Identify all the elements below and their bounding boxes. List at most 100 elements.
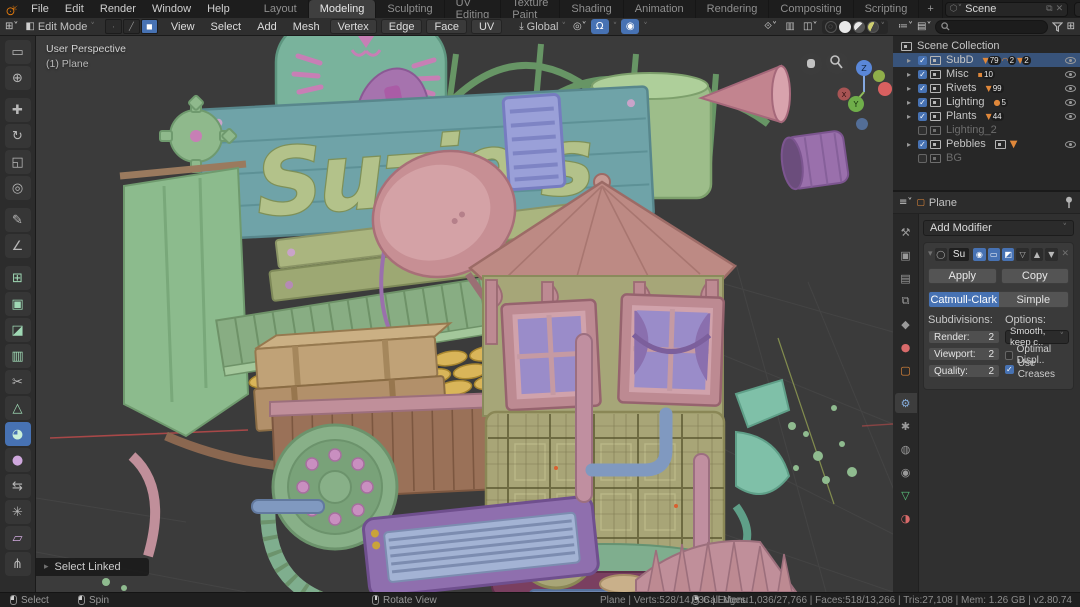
window-shutter[interactable]	[501, 92, 567, 192]
tab-particles[interactable]: ✱	[895, 416, 917, 436]
hide-eye-icon[interactable]	[1065, 112, 1076, 120]
tool-poly-build[interactable]: △	[4, 396, 31, 420]
snapping-magnet-icon[interactable]: Ω	[590, 19, 609, 34]
menu-view[interactable]: View	[165, 20, 201, 34]
menu-help[interactable]: Help	[200, 2, 237, 16]
properties-editor-type-icon[interactable]: ≡˅	[899, 197, 912, 208]
apply-button[interactable]: Apply	[928, 268, 997, 284]
tool-transform[interactable]: ◎	[4, 176, 31, 200]
tab-scripting[interactable]: Scripting	[853, 0, 920, 18]
menu-uv[interactable]: UV	[470, 19, 503, 34]
radiator[interactable]	[362, 495, 600, 592]
tab-compositing[interactable]: Compositing	[769, 0, 854, 18]
tool-extrude-region[interactable]: ⊞	[4, 266, 31, 290]
collection-checkbox[interactable]: ✓	[918, 111, 927, 121]
add-workspace-button[interactable]: +	[919, 0, 943, 18]
menu-edge[interactable]: Edge	[380, 19, 423, 34]
hide-eye-icon[interactable]	[1065, 56, 1076, 64]
tool-rotate[interactable]: ↻	[4, 124, 31, 148]
outliner-row-pebbles[interactable]: ▸ ✓ Pebbles ▼	[893, 137, 1080, 151]
scene-canvas[interactable]: Suzie's	[36, 36, 893, 592]
outliner-row-lighting-2[interactable]: Lighting_2	[893, 123, 1080, 137]
gizmo-x-axis[interactable]	[878, 82, 892, 96]
tool-shear[interactable]: ▱	[4, 526, 31, 550]
menu-render[interactable]: Render	[93, 2, 143, 16]
render-visibility-icon[interactable]: ◉	[973, 247, 986, 261]
tool-smooth[interactable]: ●	[4, 448, 31, 472]
editmode-visibility-icon[interactable]: ◩	[1001, 247, 1015, 261]
tab-layout[interactable]: Layout	[252, 0, 309, 18]
expand-icon[interactable]: ▸	[907, 98, 915, 107]
tool-scale[interactable]: ◱	[4, 150, 31, 174]
new-collection-icon[interactable]: ⊞	[1067, 21, 1075, 32]
mode-selector[interactable]: ◧ Edit Mode ˅	[22, 21, 97, 33]
render-subdivisions-field[interactable]: Render: 2	[928, 330, 1000, 344]
outliner-row-misc[interactable]: ▸ ✓ Misc ▪ 10	[893, 67, 1080, 81]
tool-edge-slide[interactable]: ⇆	[4, 474, 31, 498]
edge-select-button[interactable]: ╱	[122, 19, 140, 34]
tab-object-data[interactable]: ▽	[895, 485, 917, 505]
purple-drum[interactable]	[779, 130, 850, 191]
tab-animation[interactable]: Animation	[623, 0, 696, 18]
move-modifier-down-icon[interactable]: ▼	[1045, 247, 1058, 261]
tab-modeling[interactable]: Modeling	[308, 0, 377, 18]
viewport-visibility-icon[interactable]: ▭	[987, 247, 1000, 261]
outliner-display-mode-icon[interactable]: ≔˅	[898, 21, 913, 32]
collapse-modifier-icon[interactable]: ▾	[928, 249, 933, 259]
add-modifier-dropdown[interactable]: Add Modifier ˅	[923, 220, 1074, 236]
proportional-editing-icon[interactable]: ◉	[621, 19, 640, 34]
tab-render[interactable]: ▣	[895, 245, 917, 265]
outliner-search-input[interactable]	[935, 19, 1048, 34]
modifier-name-field[interactable]: Su	[948, 247, 970, 261]
gizmo-y-neg-axis[interactable]	[873, 70, 885, 82]
vertex-select-button[interactable]: ∙	[104, 19, 122, 34]
collection-checkbox[interactable]: ✓	[918, 69, 927, 79]
tab-object[interactable]: ▢	[895, 360, 917, 380]
tab-output[interactable]: ▤	[895, 268, 917, 288]
tab-texture-paint[interactable]: Texture Paint	[501, 0, 561, 21]
viewport-subdivisions-field[interactable]: Viewport: 2	[928, 347, 1000, 361]
tool-rip-region[interactable]: ⋔	[4, 552, 31, 576]
tab-material[interactable]: ◑	[895, 508, 917, 528]
tab-scene[interactable]: ◆	[895, 314, 917, 334]
xray-toggle-icon[interactable]: ▥	[781, 19, 799, 34]
pin-icon[interactable]	[1064, 196, 1074, 209]
overlays-icon[interactable]: ◫˅	[803, 21, 817, 32]
checkbox[interactable]	[1005, 350, 1013, 360]
gizmo-z-neg-axis[interactable]	[856, 118, 868, 130]
outliner-row-bg[interactable]: BG	[893, 151, 1080, 165]
tab-tool[interactable]: ⚒	[895, 222, 917, 242]
tower-window-right[interactable]	[617, 293, 725, 407]
outliner-row-lighting[interactable]: ▸ ✓ Lighting ● 5	[893, 95, 1080, 109]
proportional-dropdown[interactable]: ˅	[643, 22, 648, 32]
menu-window[interactable]: Window	[145, 2, 198, 16]
menu-edit[interactable]: Edit	[58, 2, 91, 16]
outliner-row-rivets[interactable]: ▸ ✓ Rivets ▼ 99	[893, 81, 1080, 95]
green-drape[interactable]	[119, 160, 250, 438]
tool-measure[interactable]: ∠	[4, 234, 31, 258]
transform-orientation[interactable]: ⤓ Global ˅	[516, 21, 569, 33]
expand-icon[interactable]: ▸	[907, 56, 915, 65]
rendered-shading-icon[interactable]	[866, 20, 879, 33]
outliner-root-row[interactable]: Scene Collection	[893, 39, 1080, 53]
teal-flippers[interactable]	[732, 378, 791, 561]
expand-icon[interactable]: ▸	[907, 70, 915, 79]
move-modifier-up-icon[interactable]: ▲	[1030, 247, 1044, 261]
tool-knife[interactable]: ✂	[4, 370, 31, 394]
tab-rendering[interactable]: Rendering	[695, 0, 770, 18]
outliner-row-subd[interactable]: ▸ ✓ SubD ▼ 79 ◠ 2 ▼ 2	[893, 53, 1080, 67]
tool-shrink-fatten[interactable]: ✳	[4, 500, 31, 524]
tool-loop-cut[interactable]: ▥	[4, 344, 31, 368]
wireframe-shading-icon[interactable]: ◌	[824, 20, 837, 33]
hide-eye-icon[interactable]	[1065, 84, 1076, 92]
menu-vertex[interactable]: Vertex	[329, 19, 377, 34]
tab-uv-editing[interactable]: UV Editing	[444, 0, 502, 21]
expand-icon[interactable]: ▸	[907, 84, 915, 93]
tab-sculpting[interactable]: Sculpting	[376, 0, 445, 18]
hide-eye-icon[interactable]	[1065, 140, 1076, 148]
tab-world[interactable]: ●	[895, 337, 917, 357]
tab-view-layer[interactable]: ⧉	[895, 291, 917, 311]
hide-eye-icon[interactable]	[1065, 98, 1076, 106]
snapping-dropdown[interactable]: ˅	[613, 22, 618, 32]
catmull-clark-button[interactable]: Catmull-Clark	[929, 292, 999, 307]
